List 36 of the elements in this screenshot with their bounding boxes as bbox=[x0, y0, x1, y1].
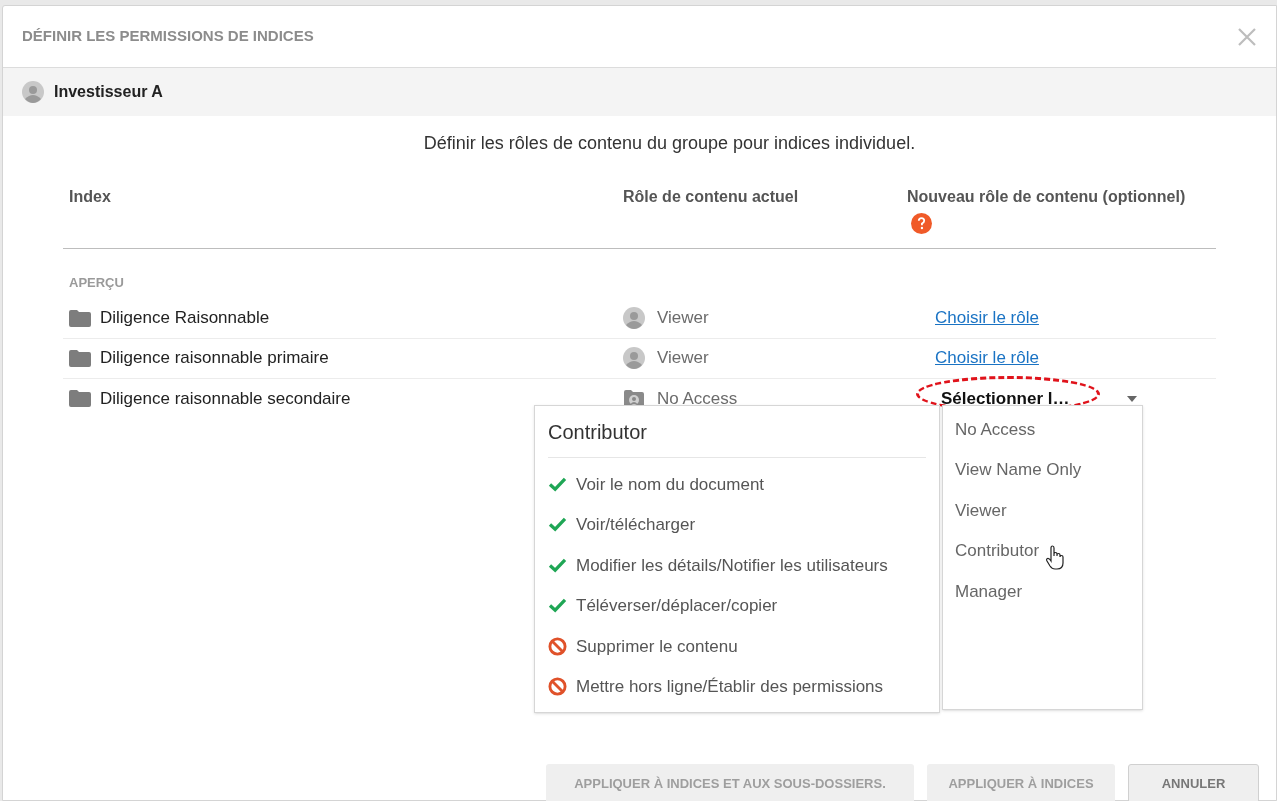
folder-icon bbox=[69, 390, 91, 407]
permission-label: Voir le nom du document bbox=[576, 473, 765, 496]
role-option[interactable]: View Name Only bbox=[955, 457, 1082, 483]
index-name: Diligence raisonnable primaire bbox=[100, 347, 329, 370]
help-icon[interactable] bbox=[911, 213, 932, 234]
permission-label: Voir/télécharger bbox=[576, 514, 696, 536]
folder-icon bbox=[69, 309, 91, 327]
user-avatar-icon bbox=[623, 347, 645, 369]
current-role: Viewer bbox=[657, 307, 709, 330]
role-title: Contributor bbox=[548, 406, 926, 458]
column-header: Index bbox=[69, 187, 111, 207]
role-option[interactable]: No Access bbox=[955, 416, 1036, 442]
caret-icon bbox=[1127, 395, 1137, 402]
index-name: Diligence raisonnable secondaire bbox=[100, 387, 351, 410]
current-role: Viewer bbox=[657, 347, 709, 370]
group-name: Investisseur A bbox=[54, 82, 163, 102]
role-option[interactable]: Manager bbox=[955, 578, 1023, 604]
instructions-text: Définir les rôles de contenu du groupe pour indices individuel. bbox=[422, 132, 917, 155]
permission-label: Supprimer le contenu bbox=[576, 635, 738, 658]
folder-icon bbox=[69, 349, 91, 367]
permission-label: Modifier les détails/Notifier les utilisateurs bbox=[576, 554, 888, 577]
role-option[interactable]: Contributor bbox=[955, 538, 1040, 564]
column-header: Rôle de contenu actuel bbox=[623, 187, 799, 207]
user-avatar-icon bbox=[623, 307, 645, 329]
group-avatar-icon bbox=[22, 81, 44, 103]
choose-role-link[interactable]: Choisir le rôle bbox=[935, 305, 1039, 331]
role-option[interactable]: Viewer bbox=[955, 497, 1007, 523]
close-button[interactable] bbox=[1236, 25, 1258, 48]
permission-label: Mettre hors ligne/Établir des permissions bbox=[576, 676, 884, 698]
dialog-title: DÉFINIR LES PERMISSIONS DE INDICES bbox=[22, 26, 314, 47]
section-label: APERÇU bbox=[68, 274, 125, 292]
choose-role-link[interactable]: Choisir le rôle bbox=[935, 345, 1039, 371]
permission-label: Téléverser/déplacer/copier bbox=[576, 595, 778, 617]
action-button[interactable]: ANNULER bbox=[1128, 764, 1259, 801]
index-name: Diligence Raisonnable bbox=[100, 307, 270, 330]
column-header: Nouveau rôle de contenu (optionnel) bbox=[907, 187, 1186, 207]
